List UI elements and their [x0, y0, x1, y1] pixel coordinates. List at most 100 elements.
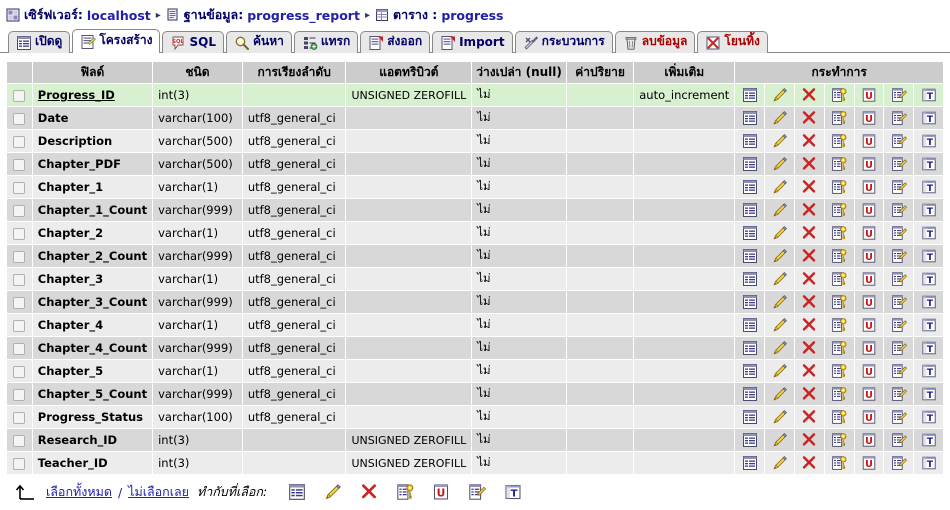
- fulltext-icon[interactable]: T: [921, 133, 937, 149]
- cell-action[interactable]: [793, 221, 825, 245]
- drop-x-icon[interactable]: [801, 455, 817, 471]
- primary-key-icon[interactable]: [831, 409, 847, 425]
- row-checkbox[interactable]: [13, 388, 26, 401]
- primary-key-icon[interactable]: [831, 317, 847, 333]
- browse-distinct-icon[interactable]: [742, 179, 758, 195]
- unique-index-icon[interactable]: U: [861, 432, 877, 448]
- drop-x-icon[interactable]: [801, 110, 817, 126]
- primary-key-icon[interactable]: [831, 110, 847, 126]
- unique-index-icon[interactable]: U: [861, 202, 877, 218]
- primary-key-icon[interactable]: [831, 455, 847, 471]
- cell-action[interactable]: U: [853, 129, 885, 153]
- cell-action[interactable]: [764, 221, 795, 245]
- cell-action[interactable]: [793, 83, 825, 107]
- index-icon[interactable]: [891, 156, 907, 172]
- drop-x-icon[interactable]: [801, 271, 817, 287]
- index-icon[interactable]: [891, 225, 907, 241]
- cell-action[interactable]: [764, 175, 795, 199]
- unique-index-icon[interactable]: U: [861, 455, 877, 471]
- browse-distinct-icon[interactable]: [742, 455, 758, 471]
- cell-action[interactable]: [883, 290, 915, 314]
- drop-x-icon[interactable]: [801, 432, 817, 448]
- index-icon[interactable]: [891, 133, 907, 149]
- browse-distinct-icon[interactable]: [742, 340, 758, 356]
- cell-action[interactable]: [764, 267, 795, 291]
- cell-action[interactable]: [883, 336, 915, 360]
- fulltext-icon[interactable]: T: [504, 483, 522, 501]
- cell-action[interactable]: [734, 83, 766, 107]
- cell-action[interactable]: [793, 336, 825, 360]
- fulltext-icon[interactable]: T: [921, 179, 937, 195]
- fulltext-icon[interactable]: T: [921, 110, 937, 126]
- primary-key-icon[interactable]: [831, 248, 847, 264]
- cell-action[interactable]: [883, 428, 915, 452]
- cell-action[interactable]: U: [853, 290, 885, 314]
- cell-action[interactable]: T: [913, 106, 944, 130]
- cell-action[interactable]: [793, 290, 825, 314]
- cell-action[interactable]: [734, 382, 766, 406]
- cell-action[interactable]: [734, 198, 766, 222]
- primary-key-icon[interactable]: [831, 225, 847, 241]
- unique-index-icon[interactable]: U: [861, 225, 877, 241]
- cell-action[interactable]: [883, 451, 915, 475]
- cell-action[interactable]: T: [913, 244, 944, 268]
- cell-action[interactable]: [793, 106, 825, 130]
- tab-export[interactable]: ส่งออก: [360, 31, 431, 53]
- index-icon[interactable]: [891, 455, 907, 471]
- index-icon[interactable]: [891, 409, 907, 425]
- drop-x-icon[interactable]: [801, 340, 817, 356]
- index-icon[interactable]: [468, 483, 487, 501]
- row-checkbox[interactable]: [13, 434, 26, 447]
- edit-pencil-icon[interactable]: [772, 455, 788, 471]
- cell-action[interactable]: [793, 359, 825, 383]
- unique-index-icon[interactable]: U: [861, 317, 877, 333]
- breadcrumb-table[interactable]: ตาราง : progress: [375, 5, 503, 25]
- cell-action[interactable]: [793, 244, 825, 268]
- row-checkbox[interactable]: [13, 411, 26, 424]
- cell-action[interactable]: U: [853, 267, 885, 291]
- cell-action[interactable]: T: [913, 198, 944, 222]
- breadcrumb-database[interactable]: ฐานข้อมูล: progress_report: [166, 5, 360, 25]
- cell-action[interactable]: U: [853, 83, 885, 107]
- tab-drop[interactable]: โยนทิ้ง: [697, 31, 768, 53]
- fulltext-icon[interactable]: T: [921, 225, 937, 241]
- edit-pencil-icon[interactable]: [772, 133, 788, 149]
- primary-key-icon[interactable]: [831, 179, 847, 195]
- row-checkbox[interactable]: [13, 181, 26, 194]
- fulltext-icon[interactable]: T: [921, 317, 937, 333]
- fulltext-icon[interactable]: T: [921, 340, 937, 356]
- cell-action[interactable]: [734, 428, 766, 452]
- cell-action[interactable]: [883, 152, 915, 176]
- cell-action[interactable]: [734, 244, 766, 268]
- cell-action[interactable]: [764, 336, 795, 360]
- cell-action[interactable]: [793, 198, 825, 222]
- edit-pencil-icon[interactable]: [772, 409, 788, 425]
- cell-action[interactable]: [823, 152, 855, 176]
- cell-action[interactable]: [793, 313, 825, 337]
- cell-action[interactable]: [883, 244, 915, 268]
- cell-action[interactable]: U: [853, 244, 885, 268]
- browse-distinct-icon[interactable]: [742, 317, 758, 333]
- cell-action[interactable]: U: [853, 152, 885, 176]
- primary-key-icon[interactable]: [831, 133, 847, 149]
- drop-x-icon[interactable]: [801, 386, 817, 402]
- cell-action[interactable]: [764, 382, 795, 406]
- unique-index-icon[interactable]: U: [861, 386, 877, 402]
- cell-action[interactable]: [823, 175, 855, 199]
- browse-distinct-icon[interactable]: [288, 483, 306, 501]
- unique-index-icon[interactable]: U: [861, 87, 877, 103]
- drop-x-icon[interactable]: [801, 179, 817, 195]
- primary-key-icon[interactable]: [831, 294, 847, 310]
- browse-distinct-icon[interactable]: [742, 386, 758, 402]
- tab-insert[interactable]: แทรก: [293, 31, 359, 53]
- edit-pencil-icon[interactable]: [772, 294, 788, 310]
- cell-action[interactable]: [823, 428, 855, 452]
- unique-index-icon[interactable]: U: [861, 363, 877, 379]
- cell-action[interactable]: [883, 382, 915, 406]
- drop-x-icon[interactable]: [360, 483, 378, 501]
- cell-action[interactable]: U: [853, 382, 885, 406]
- cell-action[interactable]: [823, 336, 855, 360]
- cell-action[interactable]: [823, 359, 855, 383]
- cell-action[interactable]: U: [853, 175, 885, 199]
- cell-action[interactable]: [764, 405, 795, 429]
